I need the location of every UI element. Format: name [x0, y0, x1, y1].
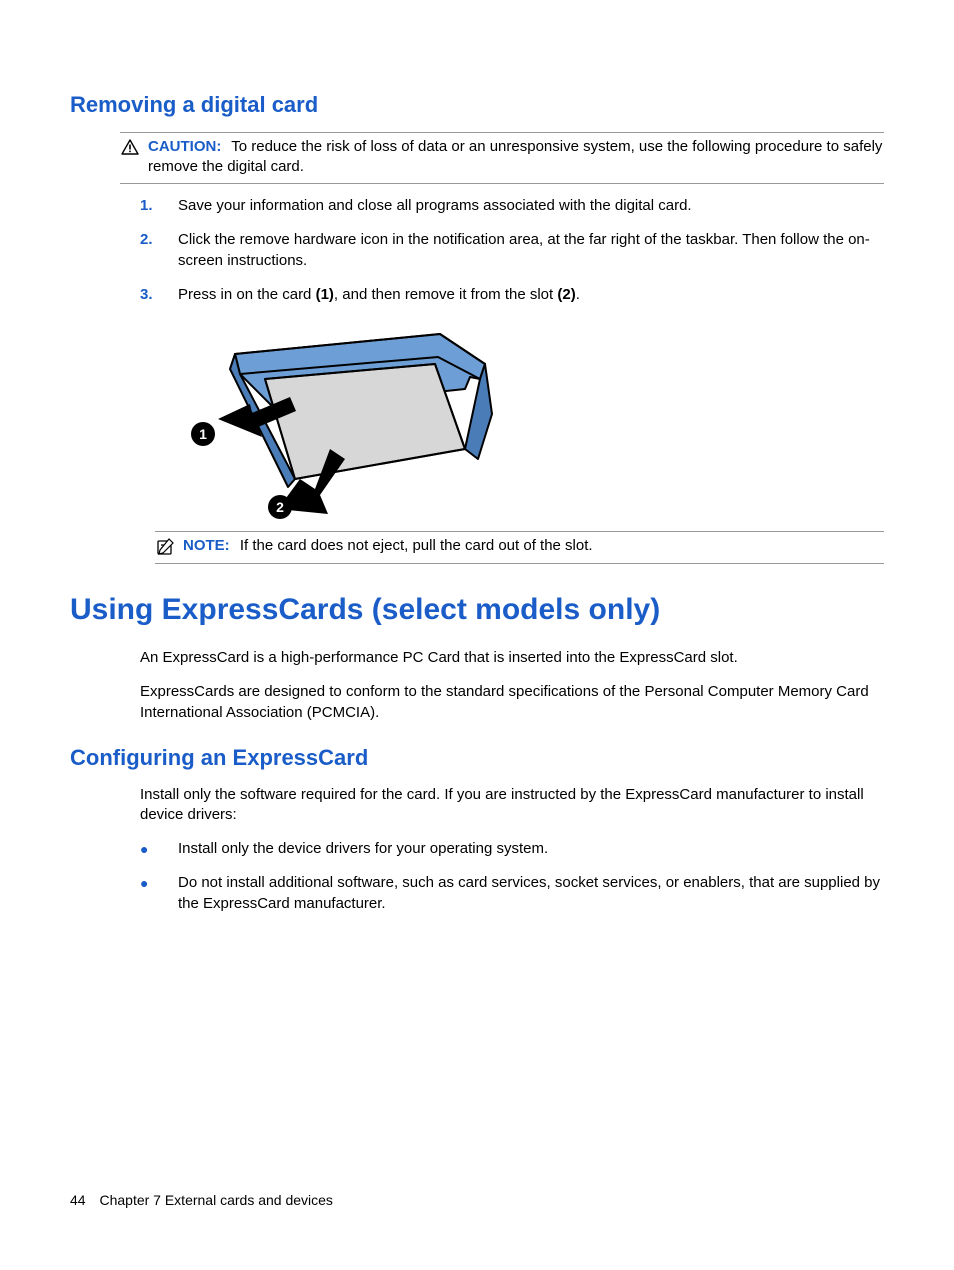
step-item: 1. Save your information and close all p…: [140, 196, 884, 216]
svg-text:1: 1: [199, 426, 207, 442]
step-text-fragment: Press in on the card: [178, 286, 316, 303]
bullet-item: ● Install only the device drivers for yo…: [140, 839, 884, 859]
note-icon: [155, 536, 175, 556]
step-text-bold: (2): [557, 286, 575, 303]
bullet-text: Install only the device drivers for your…: [178, 839, 884, 859]
heading-configuring-expresscard: Configuring an ExpressCard: [70, 743, 884, 773]
step-number: 1.: [140, 196, 156, 216]
step-text: Press in on the card (1), and then remov…: [178, 285, 884, 305]
page-footer: 44 Chapter 7 External cards and devices: [70, 1191, 333, 1210]
bullet-icon: ●: [140, 873, 156, 914]
page-number: 44: [70, 1192, 86, 1208]
step-item: 3. Press in on the card (1), and then re…: [140, 285, 884, 305]
step-number: 2.: [140, 230, 156, 271]
step-number: 3.: [140, 285, 156, 305]
chapter-title: Chapter 7 External cards and devices: [99, 1192, 332, 1208]
bullet-list: ● Install only the device drivers for yo…: [140, 839, 884, 914]
svg-text:2: 2: [276, 499, 284, 515]
note-body: NOTE: If the card does not eject, pull t…: [183, 536, 884, 556]
document-page: Removing a digital card CAUTION: To redu…: [0, 0, 954, 1270]
step-text-fragment: .: [576, 286, 580, 303]
step-text-fragment: , and then remove it from the slot: [334, 286, 557, 303]
note-text: If the card does not eject, pull the car…: [240, 537, 593, 554]
note-label: NOTE:: [183, 537, 230, 554]
caution-callout: CAUTION: To reduce the risk of loss of d…: [120, 132, 884, 185]
caution-body: CAUTION: To reduce the risk of loss of d…: [148, 137, 884, 178]
card-removal-illustration: 1 2: [180, 319, 884, 525]
paragraph: Install only the software required for t…: [140, 785, 884, 826]
step-item: 2. Click the remove hardware icon in the…: [140, 230, 884, 271]
bullet-icon: ●: [140, 839, 156, 859]
bullet-text: Do not install additional software, such…: [178, 873, 884, 914]
caution-text: To reduce the risk of loss of data or an…: [148, 138, 882, 175]
paragraph: ExpressCards are designed to conform to …: [140, 682, 884, 723]
steps-list: 1. Save your information and close all p…: [140, 196, 884, 305]
heading-removing-digital-card: Removing a digital card: [70, 90, 884, 120]
step-text: Click the remove hardware icon in the no…: [178, 230, 884, 271]
step-text-bold: (1): [316, 286, 334, 303]
caution-label: CAUTION:: [148, 138, 221, 155]
note-callout: NOTE: If the card does not eject, pull t…: [155, 531, 884, 563]
bullet-item: ● Do not install additional software, su…: [140, 873, 884, 914]
paragraph: An ExpressCard is a high-performance PC …: [140, 648, 884, 668]
caution-icon: [120, 137, 140, 155]
step-text: Save your information and close all prog…: [178, 196, 884, 216]
heading-using-expresscards: Using ExpressCards (select models only): [70, 590, 884, 631]
